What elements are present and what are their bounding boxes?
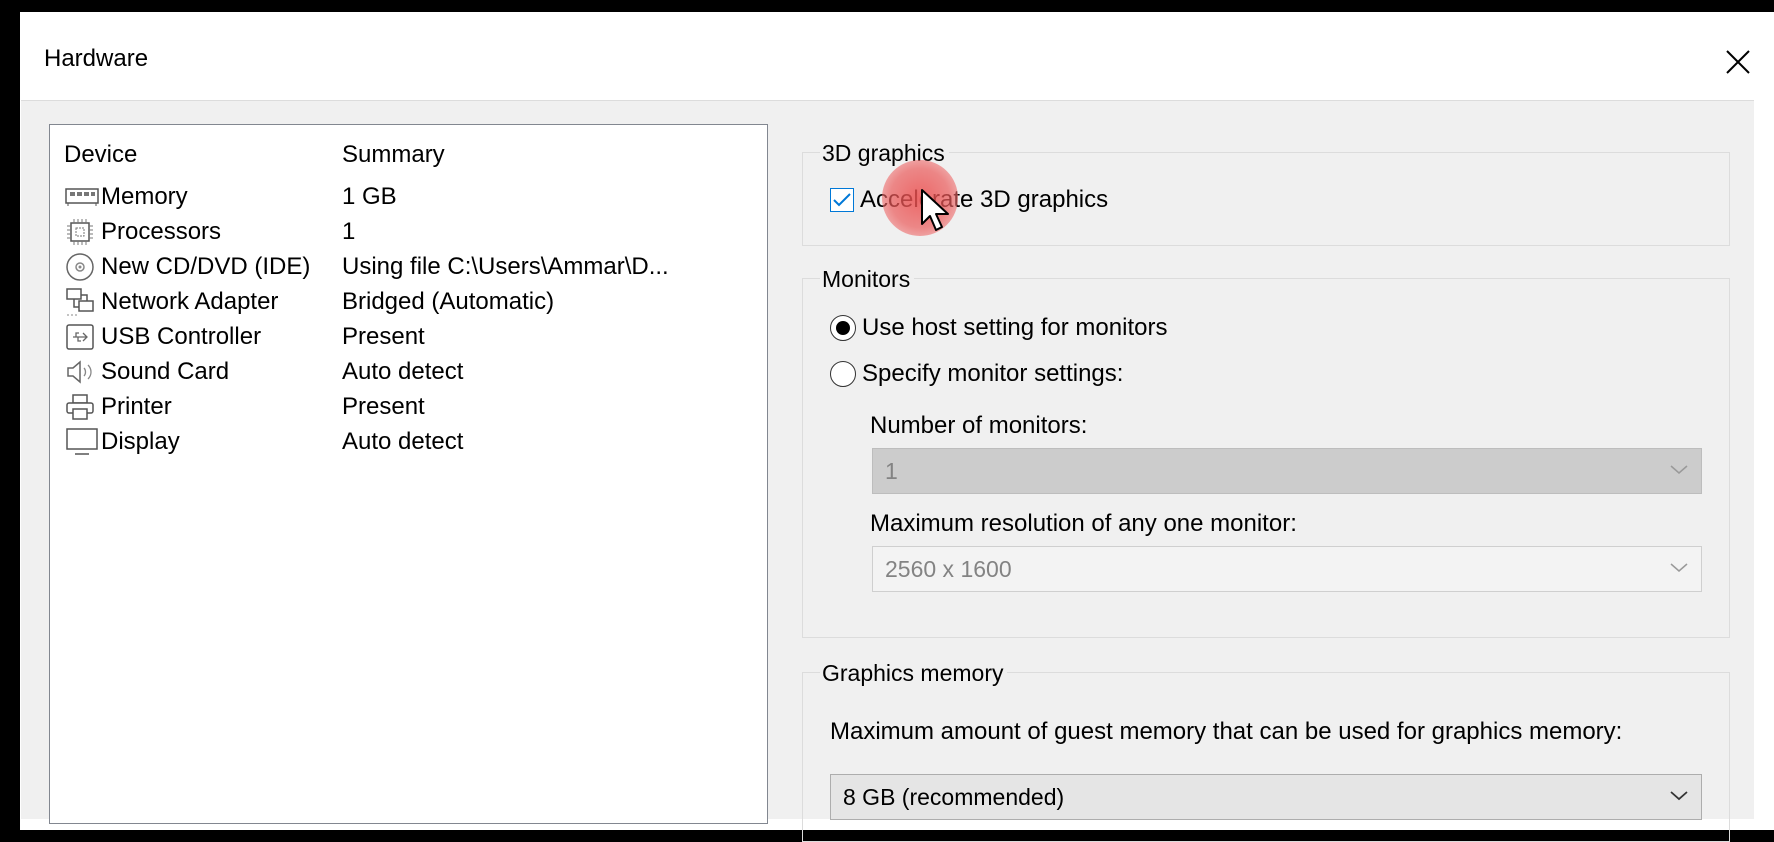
device-row-usb[interactable]: USB Controller Present [50,323,767,361]
group-graphics-memory-title: Graphics memory [820,660,1008,687]
number-of-monitors-value: 1 [885,457,898,484]
checkmark-icon [833,193,851,207]
device-name: Network Adapter [101,288,279,315]
printer-icon [65,393,101,421]
dialog-title: Hardware [44,45,149,72]
accelerate-3d-checkbox[interactable]: Accelerate 3D graphics [830,186,1108,214]
accelerate-3d-label: Accelerate 3D graphics [860,186,1109,213]
device-summary: Auto detect [342,358,464,385]
graphics-memory-value: 8 GB (recommended) [843,783,1065,810]
device-row-display[interactable]: Display Auto detect [50,428,767,466]
graphics-memory-select[interactable]: 8 GB (recommended) [830,774,1702,820]
group-monitors-title: Monitors [820,266,915,293]
device-column-header[interactable]: Device [64,141,137,169]
list-header: Device Summary [50,141,767,179]
device-name: Display [101,428,180,455]
memory-icon [65,183,101,211]
device-name: Sound Card [101,358,230,385]
summary-column-header[interactable]: Summary [342,141,445,169]
device-row-network[interactable]: Network Adapter Bridged (Automatic) [50,288,767,326]
device-name: Processors [101,218,222,245]
specify-monitors-label: Specify monitor settings: [862,360,1124,387]
number-of-monitors-select[interactable]: 1 [872,448,1702,494]
max-resolution-value: 2560 x 1600 [885,555,1012,582]
checkbox-box[interactable] [830,188,854,212]
max-resolution-select[interactable]: 2560 x 1600 [872,546,1702,592]
device-summary: Auto detect [342,428,464,455]
use-host-monitors-radio[interactable]: Use host setting for monitors [830,314,1167,342]
use-host-monitors-label: Use host setting for monitors [862,314,1168,341]
graphics-memory-description: Maximum amount of guest memory that can … [830,718,1623,745]
radio-button-unselected[interactable] [830,361,856,387]
device-name: USB Controller [101,323,262,350]
device-name: Memory [101,183,188,210]
device-summary: Present [342,393,425,420]
number-of-monitors-label: Number of monitors: [870,412,1088,439]
device-summary: Using file C:\Users\Ammar\D... [342,253,669,280]
close-icon [1726,50,1750,74]
device-row-sound[interactable]: Sound Card Auto detect [50,358,767,396]
device-row-printer[interactable]: Printer Present [50,393,767,431]
chevron-down-icon [1670,465,1688,474]
device-name: New CD/DVD (IDE) [101,253,311,280]
device-summary: Present [342,323,425,350]
device-summary: Bridged (Automatic) [342,288,555,315]
device-list[interactable]: Device Summary Memory 1 GB Processors 1 … [49,124,768,824]
device-row-cd-dvd[interactable]: New CD/DVD (IDE) Using file C:\Users\Amm… [50,253,767,291]
group-3d-graphics-title: 3D graphics [820,140,949,167]
device-summary: 1 GB [342,183,397,210]
device-row-memory[interactable]: Memory 1 GB [50,183,767,221]
radio-button-selected[interactable] [830,315,856,341]
device-row-processors[interactable]: Processors 1 [50,218,767,256]
processor-icon [65,218,101,246]
device-name: Printer [101,393,172,420]
device-summary: 1 [342,218,356,245]
network-adapter-icon [65,288,101,316]
close-button[interactable] [1716,40,1760,84]
cd-dvd-icon [65,253,101,281]
max-resolution-label: Maximum resolution of any one monitor: [870,510,1297,537]
chevron-down-icon [1670,791,1688,801]
display-icon [65,428,101,456]
specify-monitors-radio[interactable]: Specify monitor settings: [830,360,1123,388]
usb-controller-icon [65,323,101,351]
sound-card-icon [65,358,101,386]
chevron-down-icon [1670,563,1688,572]
